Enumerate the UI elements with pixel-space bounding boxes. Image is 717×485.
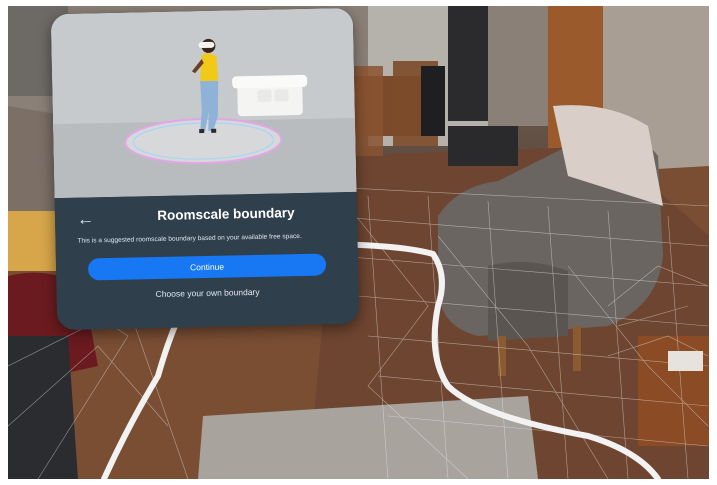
boundary-setup-dialog: ← Roomscale boundary This is a suggested… — [50, 7, 360, 331]
dialog-title: Roomscale boundary — [157, 205, 295, 224]
choose-own-boundary-link[interactable]: Choose your own boundary — [57, 285, 359, 301]
avatar-in-boundary-illustration — [50, 7, 357, 199]
hero-illustration — [50, 7, 357, 199]
arrow-left-icon[interactable]: ← — [77, 209, 97, 228]
passthrough-view: ← Roomscale boundary This is a suggested… — [8, 6, 709, 479]
dialog-description: This is a suggested roomscale boundary b… — [77, 232, 302, 245]
continue-button[interactable]: Continue — [87, 253, 327, 281]
dialog-body: ← Roomscale boundary This is a suggested… — [54, 191, 360, 331]
